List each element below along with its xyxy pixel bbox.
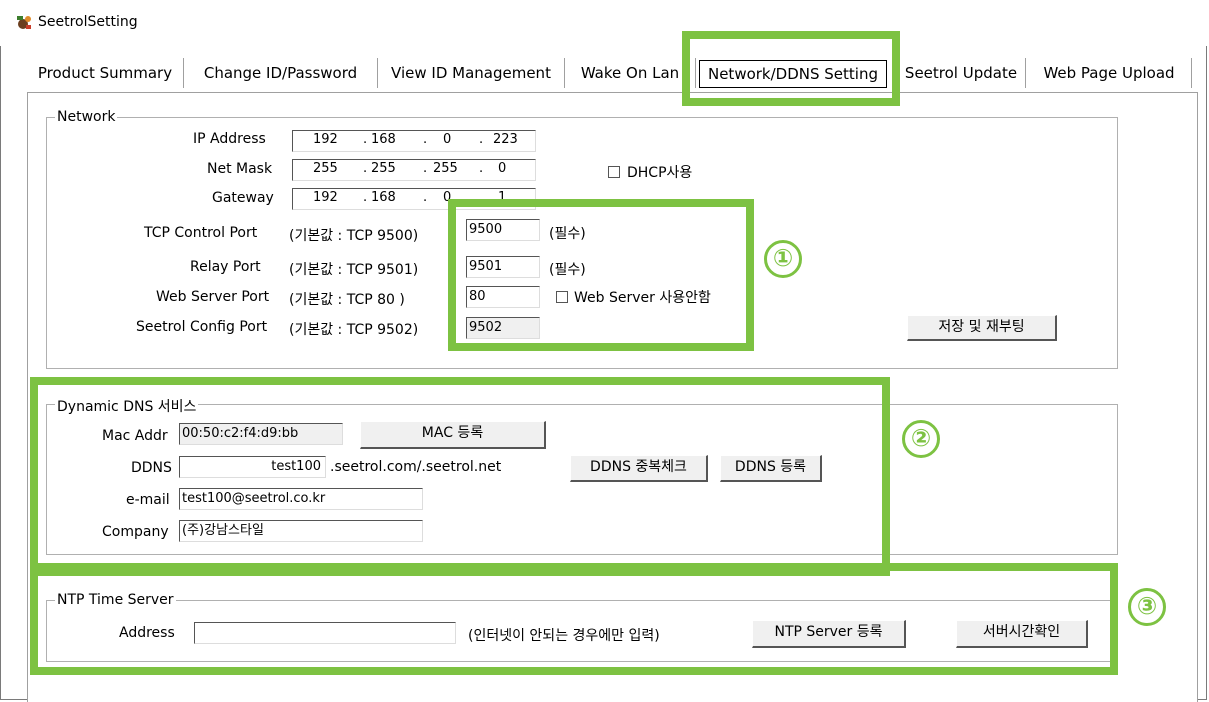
relay-port-label: Relay Port (190, 259, 261, 275)
mask-octet-2: 255 (371, 161, 396, 176)
tab-strip: Product Summary Change ID/Password View … (27, 58, 1200, 92)
web-server-port-default: (기본값 : TCP 80 ) (289, 292, 405, 308)
title-bar: SeetrolSetting (0, 0, 1209, 46)
network-legend: Network (55, 109, 118, 125)
gw-octet-2: 168 (371, 190, 396, 205)
mask-dot: . (363, 161, 368, 176)
annotation-marker-2: ② (902, 420, 940, 458)
gw-octet-1: 192 (313, 190, 338, 205)
highlight-ddns (30, 377, 890, 576)
net-mask-label: Net Mask (207, 161, 273, 177)
gateway-label: Gateway (212, 190, 274, 206)
ip-address-label: IP Address (193, 131, 266, 147)
save-and-reboot-button[interactable]: 저장 및 재부팅 (907, 315, 1057, 341)
mask-octet-1: 255 (313, 161, 338, 176)
gw-dot: . (363, 190, 368, 205)
ip-dot: . (363, 132, 368, 147)
tab-view-id-management[interactable]: View ID Management (378, 58, 565, 88)
ip-dot: . (423, 132, 428, 147)
tab-product-summary[interactable]: Product Summary (27, 58, 184, 88)
ip-octet-2: 168 (371, 132, 396, 147)
tab-web-page-upload[interactable]: Web Page Upload (1027, 58, 1192, 88)
mask-dot: . (423, 161, 428, 176)
highlight-ports (448, 199, 754, 351)
ip-octet-3: 0 (443, 132, 452, 147)
ip-octet-4: 223 (493, 132, 518, 147)
highlight-ntp (30, 563, 1118, 675)
highlight-tab (682, 31, 900, 106)
tcp-control-port-label: TCP Control Port (144, 225, 258, 241)
gw-dot: . (423, 190, 428, 205)
tab-wake-on-lan[interactable]: Wake On Lan (565, 58, 696, 88)
tab-change-id-password[interactable]: Change ID/Password (184, 58, 378, 88)
tcp-control-port-default: (기본값 : TCP 9500) (289, 228, 419, 244)
annotation-marker-1: ① (764, 240, 802, 278)
annotation-marker-3: ③ (1128, 588, 1166, 626)
mask-octet-3: 255 (433, 161, 458, 176)
dhcp-label: DHCP사용 (627, 165, 693, 181)
ip-dot: . (479, 132, 484, 147)
mask-dot: . (479, 161, 484, 176)
web-server-port-label: Web Server Port (156, 289, 270, 305)
ip-octet-1: 192 (313, 132, 338, 147)
dhcp-checkbox[interactable] (608, 166, 620, 178)
seetrol-app-icon (14, 13, 34, 31)
tab-seetrol-update[interactable]: Seetrol Update (897, 58, 1026, 88)
ip-address-field[interactable]: 192 . 168 . 0 . 223 (292, 130, 536, 152)
mask-octet-4: 0 (498, 161, 507, 176)
seetrol-config-port-default: (기본값 : TCP 9502) (289, 322, 419, 338)
net-mask-field[interactable]: 255 . 255 . 255 . 0 (292, 159, 536, 181)
window-title: SeetrolSetting (38, 14, 138, 30)
relay-port-default: (기본값 : TCP 9501) (289, 262, 419, 278)
seetrol-config-port-label: Seetrol Config Port (136, 319, 268, 335)
